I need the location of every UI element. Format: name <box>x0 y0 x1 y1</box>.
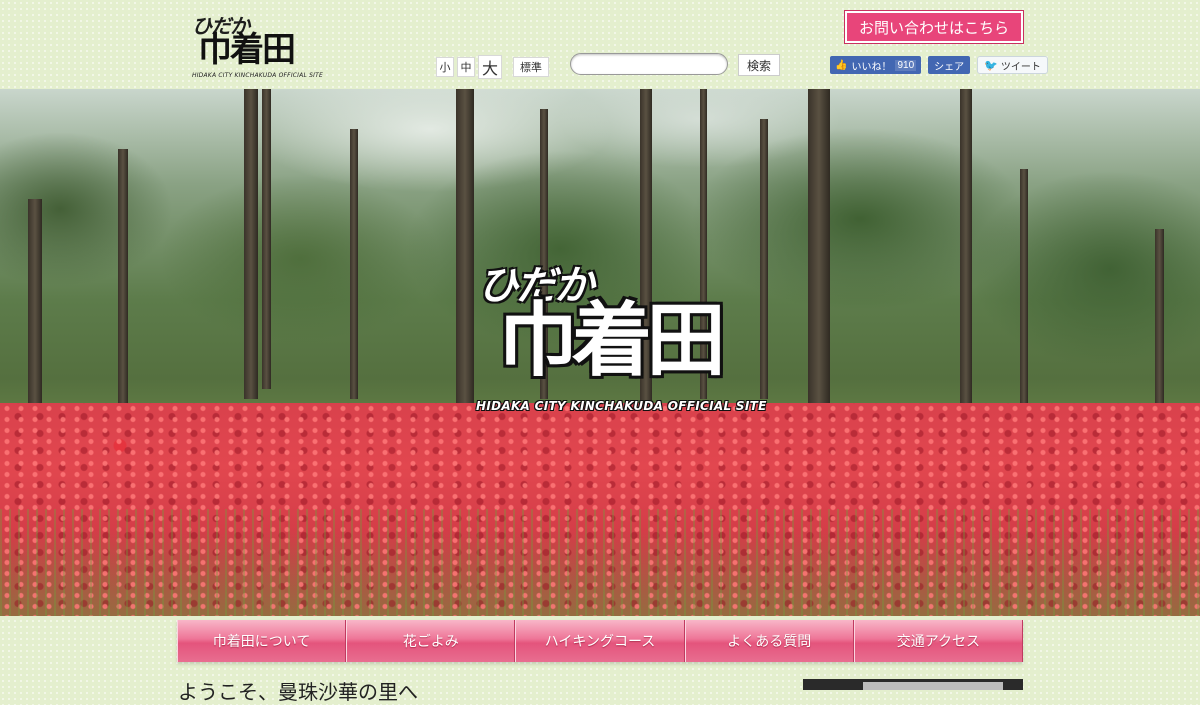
tweet-label: ツイート <box>1000 61 1041 73</box>
logo-kanji: 巾着田 <box>198 30 296 70</box>
tree-trunk <box>960 89 972 419</box>
font-size-small-button[interactable]: 小 <box>436 57 454 77</box>
like-count: 910 <box>895 59 917 71</box>
font-size-medium-button[interactable]: 中 <box>457 57 475 77</box>
tree-trunk <box>350 129 358 399</box>
tree-trunk <box>1155 229 1164 429</box>
nav-item-access[interactable]: 交通アクセス <box>853 620 1024 662</box>
tree-trunk <box>808 89 830 427</box>
tweet-button[interactable]: 🐦 ツイート <box>977 56 1048 74</box>
hero-logo: ひだか 巾着田 HIDAKA CITY KINCHAKUDA OFFICIAL … <box>476 253 766 423</box>
search-input[interactable] <box>570 53 728 75</box>
hero-logo-kanji: 巾着田 <box>498 293 726 387</box>
tree-trunk <box>262 89 271 389</box>
nav-item-hiking-course[interactable]: ハイキングコース <box>515 620 685 662</box>
tree-trunk <box>760 119 768 399</box>
welcome-heading: ようこそ、曼珠沙華の里へ <box>178 680 418 704</box>
facebook-share-button[interactable]: シェア <box>928 56 971 74</box>
logo-subtitle: HIDAKA CITY KINCHAKUDA OFFICIAL SITE <box>192 72 323 79</box>
tree-trunk <box>456 89 474 434</box>
font-size-large-button[interactable]: 大 <box>478 55 502 79</box>
hero-image: ひだか 巾着田 HIDAKA CITY KINCHAKUDA OFFICIAL … <box>0 89 1200 616</box>
site-header: ひだか 巾着田 HIDAKA CITY KINCHAKUDA OFFICIAL … <box>0 0 1200 88</box>
side-banner-text <box>863 682 1003 690</box>
social-buttons: 👍 いいね！ 910 シェア 🐦 ツイート <box>830 56 1048 74</box>
side-banner[interactable] <box>803 679 1023 690</box>
like-label: いいね！ <box>851 61 892 73</box>
twitter-bird-icon: 🐦 <box>984 59 998 72</box>
thumbs-up-icon: 👍 <box>835 59 848 71</box>
site-logo[interactable]: ひだか 巾着田 HIDAKA CITY KINCHAKUDA OFFICIAL … <box>192 10 323 80</box>
hero-logo-subtitle: HIDAKA CITY KINCHAKUDA OFFICIAL SITE <box>476 399 767 413</box>
facebook-like-button[interactable]: 👍 いいね！ 910 <box>830 56 922 74</box>
contact-button[interactable]: お問い合わせはこちら <box>844 10 1024 44</box>
tree-trunk <box>1020 169 1028 409</box>
nav-item-about[interactable]: 巾着田について <box>177 620 347 662</box>
tree-trunk <box>118 149 128 409</box>
font-size-switcher: 小 中 大 標準 <box>436 55 549 79</box>
search-button[interactable]: 検索 <box>738 54 780 76</box>
flower-stems <box>0 509 1200 616</box>
main-nav: 巾着田について 花ごよみ ハイキングコース よくある質問 交通アクセス <box>177 620 1024 662</box>
nav-item-flower-calendar[interactable]: 花ごよみ <box>346 620 516 662</box>
tree-trunk <box>28 199 42 409</box>
font-size-standard-button[interactable]: 標準 <box>513 57 549 77</box>
nav-item-faq[interactable]: よくある質問 <box>684 620 854 662</box>
tree-trunk <box>244 89 258 399</box>
